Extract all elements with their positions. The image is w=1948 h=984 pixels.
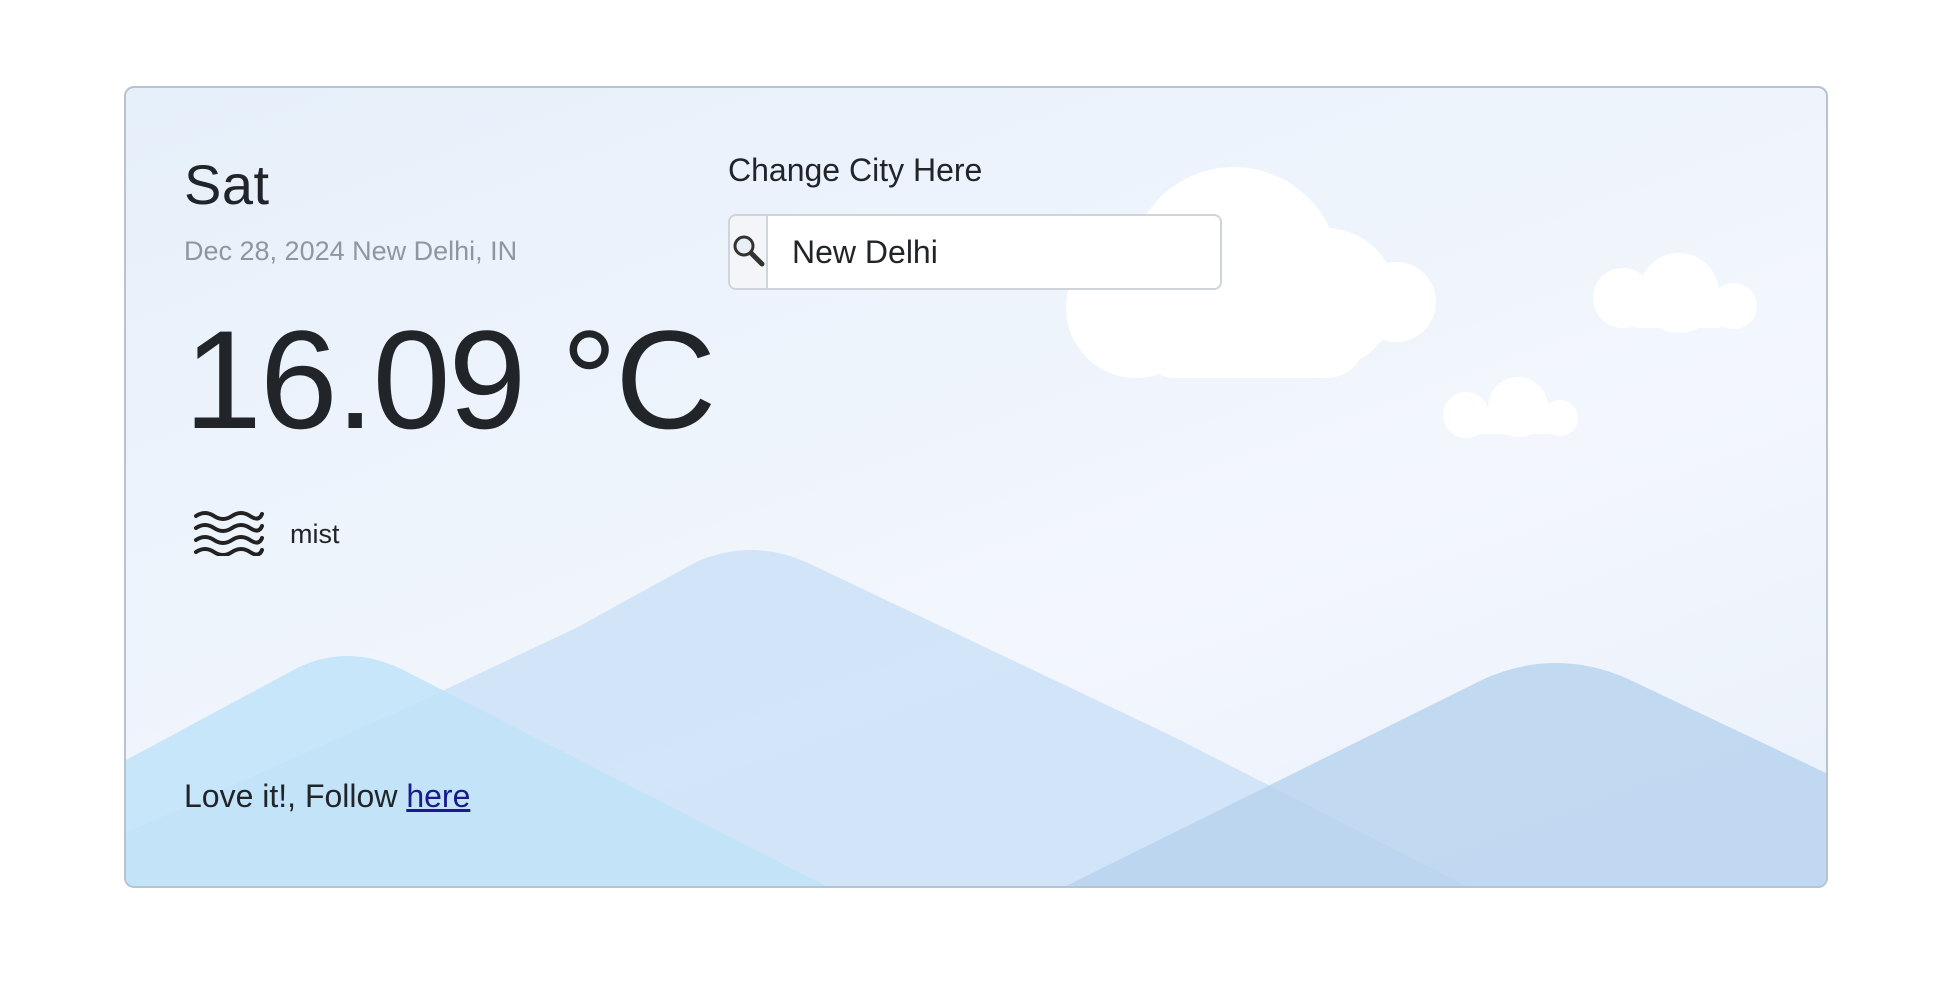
- background-illustration: [126, 167, 1826, 886]
- day-label: Sat: [184, 153, 270, 216]
- follow-link[interactable]: here: [406, 778, 470, 814]
- change-city-label: Change City Here: [728, 152, 983, 188]
- city-search-input[interactable]: [768, 216, 1220, 288]
- weather-card: Sat Dec 28, 2024 New Delhi, IN 16.09 °C …: [124, 86, 1828, 888]
- date-location-label: Dec 28, 2024 New Delhi, IN: [184, 236, 518, 266]
- search-button[interactable]: [730, 216, 768, 288]
- weather-condition: mist: [192, 508, 340, 561]
- city-search-group: [728, 214, 1222, 290]
- weather-description: mist: [290, 519, 340, 549]
- search-icon: [730, 232, 766, 273]
- cloud-small: [1443, 377, 1578, 438]
- footer-text: Love it!, Follow here: [184, 778, 470, 815]
- mist-icon: [192, 508, 266, 561]
- footer-label: Love it!, Follow: [184, 778, 407, 814]
- temperature-value: 16.09 °C: [184, 301, 716, 458]
- cloud-medium: [1593, 253, 1757, 333]
